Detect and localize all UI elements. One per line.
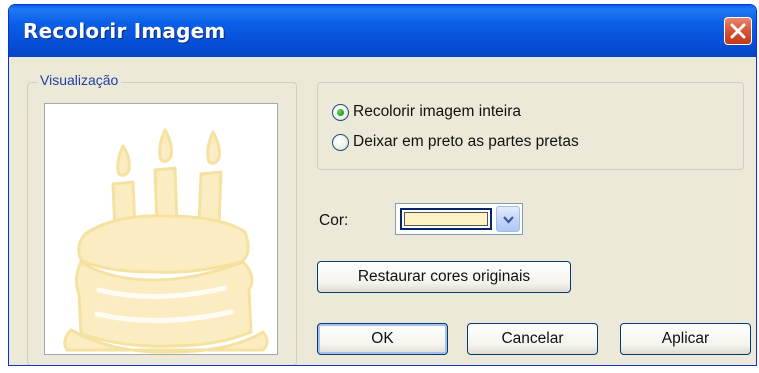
color-swatch xyxy=(404,212,488,226)
radio-checked-dot xyxy=(337,108,344,116)
preview-group: Visualização xyxy=(27,72,297,365)
option-recolor-whole[interactable]: Recolorir imagem inteira xyxy=(332,101,521,123)
close-button[interactable] xyxy=(724,17,752,45)
color-picker[interactable] xyxy=(395,203,523,235)
close-icon xyxy=(730,23,746,39)
preview-legend: Visualização xyxy=(37,72,122,88)
radio-keep-black[interactable] xyxy=(332,133,349,151)
title-bar[interactable]: Recolorir Imagem xyxy=(9,5,756,57)
ok-button[interactable]: OK xyxy=(317,323,448,355)
recolor-dialog: Recolorir Imagem Visualização Recolorir … xyxy=(8,4,757,366)
chevron-down-icon xyxy=(503,216,514,224)
color-dropdown-button[interactable] xyxy=(496,206,520,232)
recolor-options-group: Recolorir imagem inteira Deixar em preto… xyxy=(317,82,744,170)
preview-box xyxy=(44,103,278,355)
option-keep-black[interactable]: Deixar em preto as partes pretas xyxy=(332,131,579,153)
cake-image xyxy=(63,128,269,354)
restore-colors-button[interactable]: Restaurar cores originais xyxy=(317,261,571,293)
cancel-button[interactable]: Cancelar xyxy=(467,323,598,355)
color-swatch-frame xyxy=(400,208,492,230)
option-recolor-whole-label: Recolorir imagem inteira xyxy=(353,103,521,120)
option-keep-black-label: Deixar em preto as partes pretas xyxy=(353,133,579,150)
apply-button[interactable]: Aplicar xyxy=(620,323,751,355)
dialog-title: Recolorir Imagem xyxy=(23,19,226,43)
radio-recolor-whole[interactable] xyxy=(332,103,349,121)
color-label: Cor: xyxy=(319,212,349,229)
dialog-body: Visualização Recolorir imagem inteira De… xyxy=(9,57,756,365)
